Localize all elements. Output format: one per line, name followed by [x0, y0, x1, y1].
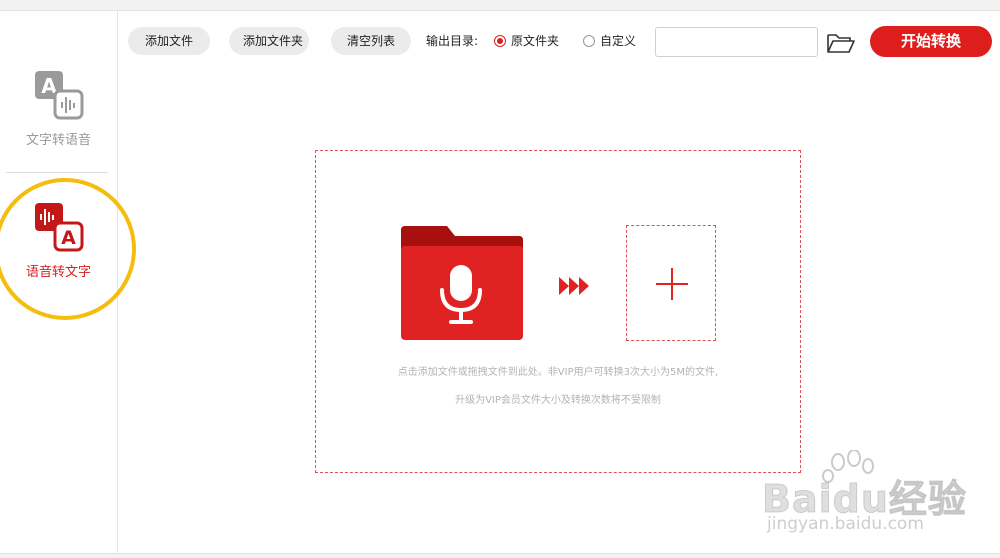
output-dir-label: 输出目录: [426, 34, 479, 48]
radio-dot [583, 35, 595, 47]
radio-custom-folder[interactable]: 自定义 [583, 27, 636, 55]
sidebar-item-speech-to-text[interactable]: A 语音转文字 [0, 201, 117, 280]
speech-to-text-icon: A [0, 201, 117, 255]
drop-hint-line1: 点击添加文件或拖拽文件到此处。非VIP用户可转换3次大小为5M的文件, [397, 367, 719, 378]
radio-dot [494, 35, 506, 47]
triple-arrow-icon [559, 275, 591, 301]
microphone-folder-icon [399, 224, 525, 346]
sidebar: A 文字转语音 A 语音转文字 [0, 11, 118, 553]
start-convert-button[interactable]: 开始转换 [870, 26, 992, 57]
drop-hint-line2: 升级为VIP会员文件大小及转换次数将不受限制 [455, 395, 661, 406]
watermark-brand: Baidu经验 [762, 477, 967, 522]
toolbar: 添加文件 添加文件夹 清空列表 输出目录: 原文件夹 自定义 开始转换 [118, 11, 1000, 71]
radio-original-folder[interactable]: 原文件夹 [494, 27, 559, 55]
sidebar-item-text-to-speech[interactable]: A 文字转语音 [0, 69, 117, 148]
add-folder-button[interactable]: 添加文件夹 [229, 27, 309, 55]
sidebar-item-label: 语音转文字 [25, 265, 91, 280]
window-bottom-border [0, 553, 1000, 558]
watermark-url: jingyan.baidu.com [767, 514, 924, 534]
folder-open-icon[interactable] [826, 31, 856, 55]
sidebar-divider [6, 172, 108, 173]
text-to-speech-icon: A [0, 69, 117, 123]
radio-label: 原文件夹 [511, 34, 560, 48]
file-drop-zone[interactable]: 点击添加文件或拖拽文件到此处。非VIP用户可转换3次大小为5M的文件, 升级为V… [315, 150, 801, 473]
add-file-button[interactable]: 添加文件 [128, 27, 210, 55]
sidebar-item-label: 文字转语音 [25, 133, 91, 148]
baidu-paw-icon [822, 449, 878, 494]
clear-list-button[interactable]: 清空列表 [331, 27, 411, 55]
add-file-box[interactable] [626, 225, 716, 341]
radio-label: 自定义 [600, 34, 637, 48]
plus-icon [656, 268, 688, 300]
window-top-border [0, 0, 1000, 11]
output-path-input[interactable] [655, 27, 818, 57]
svg-text:A: A [61, 227, 76, 249]
